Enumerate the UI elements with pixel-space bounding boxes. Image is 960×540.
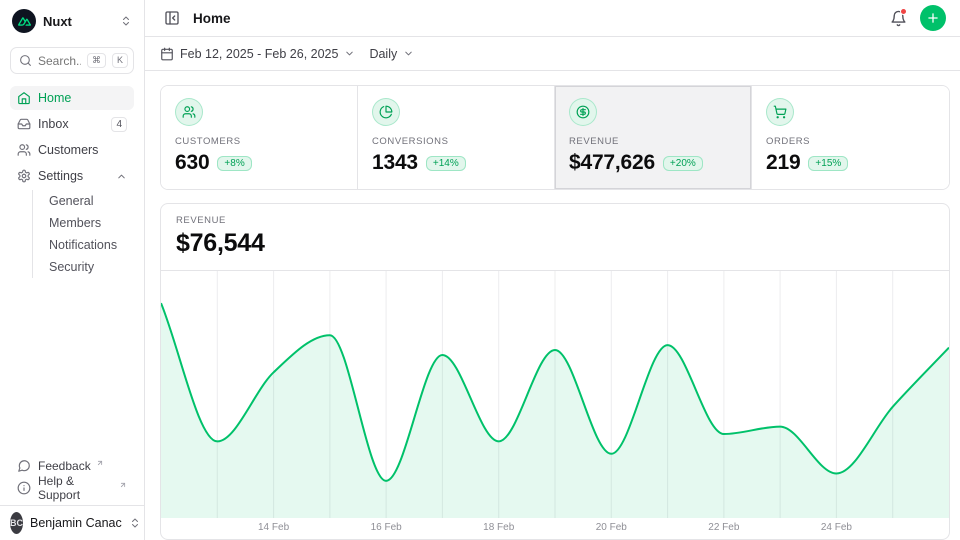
date-range-picker[interactable]: Feb 12, 2025 - Feb 26, 2025 <box>160 47 355 61</box>
sub-item-label: Security <box>49 260 94 274</box>
period-select[interactable]: Daily <box>369 47 414 61</box>
revenue-chart-card: REVENUE $76,544 14 Feb 16 Feb 18 Feb 20 Feb… <box>160 203 950 540</box>
stat-card-customers[interactable]: CUSTOMERS 630 +8% <box>161 86 358 189</box>
stat-value: 219 <box>766 151 800 175</box>
stat-label: CONVERSIONS <box>372 136 540 147</box>
x-axis-label: 14 Feb <box>258 522 289 533</box>
sidebar-item-inbox[interactable]: Inbox 4 <box>10 112 134 136</box>
x-axis-label: 22 Feb <box>708 522 739 533</box>
stat-card-orders[interactable]: ORDERS 219 +15% <box>752 86 949 189</box>
sidebar-item-settings[interactable]: Settings <box>10 164 134 188</box>
stat-delta-badge: +20% <box>663 156 703 171</box>
search-icon <box>19 54 32 67</box>
x-axis-label: 18 Feb <box>483 522 514 533</box>
search-input[interactable]: ⌘ K <box>10 47 134 74</box>
sub-item-label: Notifications <box>49 238 117 252</box>
nuxt-logo-icon <box>12 9 36 33</box>
external-link-icon <box>96 459 104 467</box>
chart-metric-label: REVENUE <box>176 215 934 226</box>
stats-row: CUSTOMERS 630 +8% CONVERSIONS 1343 +14% <box>160 85 950 190</box>
x-axis-label: 24 Feb <box>821 522 852 533</box>
sidebar-footer: Feedback Help & Support <box>0 451 144 505</box>
stat-card-conversions[interactable]: CONVERSIONS 1343 +14% <box>358 86 555 189</box>
dashboard-content: CUSTOMERS 630 +8% CONVERSIONS 1343 +14% <box>145 71 960 540</box>
stat-value: $477,626 <box>569 151 655 175</box>
team-switcher[interactable]: Nuxt <box>0 0 144 39</box>
sidebar: Nuxt ⌘ K Home Inbox 4 <box>0 0 145 540</box>
panel-left-close-icon <box>164 10 180 26</box>
home-icon <box>17 91 31 105</box>
sidebar-item-general[interactable]: General <box>42 190 124 212</box>
chart-metric-value: $76,544 <box>176 229 934 258</box>
footer-item-label: Feedback <box>38 459 91 473</box>
chevron-up-icon <box>116 171 127 182</box>
help-support-link[interactable]: Help & Support <box>10 477 134 499</box>
dollar-coin-icon <box>569 98 597 126</box>
x-axis-label: 20 Feb <box>596 522 627 533</box>
message-icon <box>17 459 31 473</box>
kbd-meta: ⌘ <box>87 53 106 68</box>
sidebar-item-label: Customers <box>38 143 98 157</box>
stat-label: REVENUE <box>569 136 737 147</box>
stat-value: 630 <box>175 151 209 175</box>
page-header: Home <box>145 0 960 37</box>
pie-chart-icon <box>372 98 400 126</box>
chevron-down-icon <box>403 48 414 59</box>
gear-icon <box>17 169 31 183</box>
chevrons-up-down-icon <box>129 517 141 529</box>
kbd-k: K <box>112 53 128 68</box>
sidebar-item-home[interactable]: Home <box>10 86 134 110</box>
chart-svg <box>161 271 949 518</box>
avatar: BC <box>10 512 23 534</box>
chart-header: REVENUE $76,544 <box>161 204 949 271</box>
sub-item-label: General <box>49 194 93 208</box>
x-axis-label: 16 Feb <box>371 522 402 533</box>
external-link-icon <box>119 481 127 489</box>
sidebar-item-notifications[interactable]: Notifications <box>42 234 124 256</box>
sidebar-nav: Home Inbox 4 Customers Settings <box>0 84 144 282</box>
stat-value: 1343 <box>372 151 418 175</box>
footer-item-label: Help & Support <box>38 474 114 502</box>
users-icon <box>17 143 31 157</box>
stat-delta-badge: +8% <box>217 156 251 171</box>
info-icon <box>17 481 31 495</box>
search-field[interactable] <box>38 54 81 68</box>
collapse-sidebar-button[interactable] <box>160 6 184 30</box>
stat-delta-badge: +14% <box>426 156 466 171</box>
filters-toolbar: Feb 12, 2025 - Feb 26, 2025 Daily <box>145 37 960 71</box>
users-icon <box>175 98 203 126</box>
date-range-label: Feb 12, 2025 - Feb 26, 2025 <box>180 47 338 61</box>
sidebar-item-label: Home <box>38 91 71 105</box>
stat-card-revenue[interactable]: REVENUE $477,626 +20% <box>555 86 752 189</box>
sidebar-item-label: Inbox <box>38 117 69 131</box>
chevrons-up-down-icon <box>120 15 132 27</box>
stat-label: CUSTOMERS <box>175 136 343 147</box>
user-name: Benjamin Canac <box>30 516 122 530</box>
revenue-area-chart[interactable] <box>161 271 949 518</box>
calendar-icon <box>160 47 174 61</box>
x-axis: 14 Feb 16 Feb 18 Feb 20 Feb 22 Feb 24 Feb <box>161 518 949 539</box>
chevron-down-icon <box>344 48 355 59</box>
sub-item-label: Members <box>49 216 101 230</box>
sidebar-item-customers[interactable]: Customers <box>10 138 134 162</box>
sidebar-item-security[interactable]: Security <box>42 256 124 278</box>
brand-name: Nuxt <box>43 14 113 29</box>
user-menu[interactable]: BC Benjamin Canac <box>0 505 144 540</box>
settings-sub-items: General Members Notifications Security <box>32 190 124 278</box>
main-area: Home Feb 12, 2025 - Feb 26, 2025 <box>145 0 960 540</box>
period-label: Daily <box>369 47 397 61</box>
inbox-icon <box>17 117 31 131</box>
page-title: Home <box>193 11 231 26</box>
notifications-button[interactable] <box>886 6 910 30</box>
inbox-count-badge: 4 <box>111 117 127 132</box>
plus-icon <box>926 11 940 25</box>
sidebar-item-members[interactable]: Members <box>42 212 124 234</box>
sidebar-item-label: Settings <box>38 169 83 183</box>
add-button[interactable] <box>920 5 946 31</box>
stat-label: ORDERS <box>766 136 935 147</box>
cart-icon <box>766 98 794 126</box>
stat-delta-badge: +15% <box>808 156 848 171</box>
